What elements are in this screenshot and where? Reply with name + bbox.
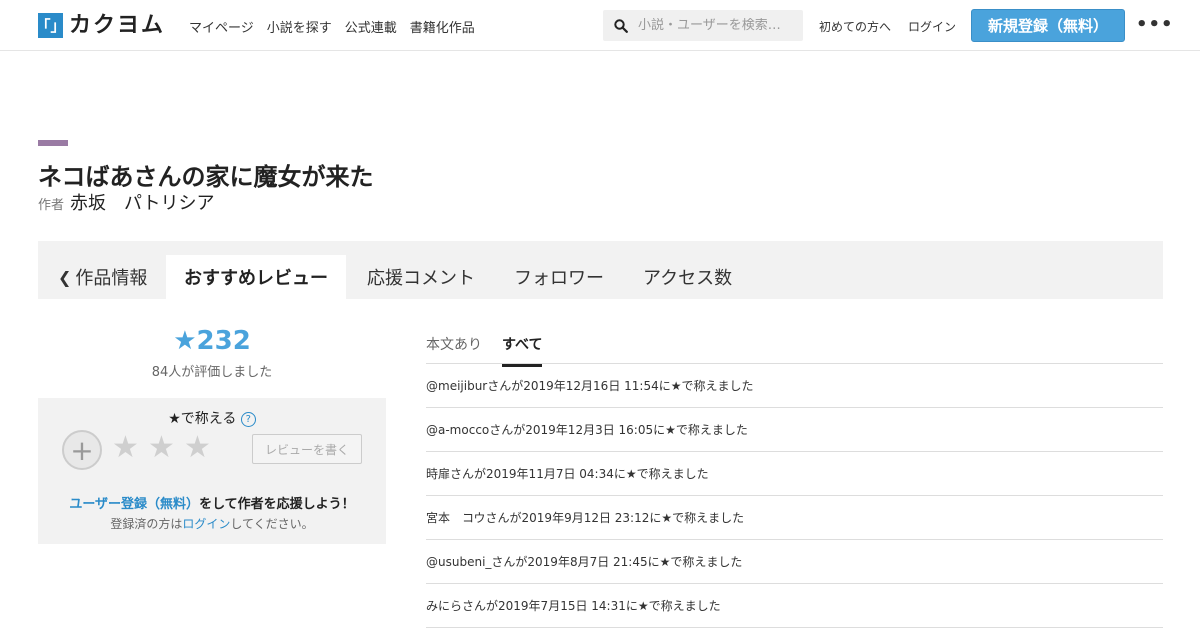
work-tabs: ❮ 作品情報 おすすめレビュー 応援コメント フォロワー アクセス数	[38, 241, 1163, 299]
reviewer-name[interactable]: @usubeni_	[426, 555, 491, 569]
logo-mark-icon: 「」	[36, 13, 66, 38]
review-text: さんが2019年8月7日 21:45に★で称えました	[491, 555, 743, 569]
tab-work-info-label: 作品情報	[75, 268, 148, 289]
star-icon[interactable]: ★	[148, 430, 175, 465]
nav-item-find-novels[interactable]: 小説を探す	[267, 17, 332, 36]
tab-access[interactable]: アクセス数	[643, 255, 732, 299]
nav-item-official[interactable]: 公式連載	[345, 17, 397, 36]
tab-work-info[interactable]: ❮ 作品情報	[58, 255, 147, 299]
list-item: @usubeni_ さんが2019年8月7日 21:45に★で称えました	[426, 540, 1163, 584]
search-input[interactable]	[638, 18, 798, 33]
list-item: @meijibur さんが2019年12月16日 11:54に★で称えました	[426, 364, 1163, 408]
review-text: さんが2019年7月15日 14:31に★で称えました	[462, 599, 721, 613]
site-header: 「」 カクヨム マイページ 小説を探す 公式連載 書籍化作品 初めての方へ ログ…	[0, 0, 1200, 51]
write-review-button[interactable]: レビューを書く	[252, 434, 362, 464]
star-icon[interactable]: ★	[112, 430, 139, 465]
first-time-link[interactable]: 初めての方へ	[819, 18, 891, 35]
more-menu-icon[interactable]: •••	[1136, 14, 1174, 35]
tab-reviews[interactable]: おすすめレビュー	[166, 255, 346, 299]
tab-followers[interactable]: フォロワー	[514, 255, 604, 299]
review-filter-tabs: 本文あり すべて	[426, 330, 1163, 367]
add-star-button[interactable]: +	[62, 430, 102, 470]
login-prompt-link[interactable]: ログイン	[182, 517, 230, 531]
reviewer-name[interactable]: @a-mocco	[426, 423, 489, 437]
list-item: みにら さんが2019年7月15日 14:31に★で称えました	[426, 584, 1163, 628]
reviewer-name[interactable]: みにら	[426, 597, 462, 614]
nav-item-mypage[interactable]: マイページ	[189, 17, 254, 36]
author-label: 作者	[38, 198, 65, 213]
list-item: 時扉 さんが2019年11月7日 04:34に★で称えました	[426, 452, 1163, 496]
subtab-all[interactable]: すべて	[502, 334, 543, 367]
signup-prompt-link[interactable]: ユーザー登録（無料）	[69, 497, 199, 512]
praise-heading-label: ★で称える	[168, 411, 237, 427]
chevron-left-icon: ❮	[58, 267, 72, 287]
author-line: 作者 赤坂 パトリシア	[38, 189, 215, 215]
login-prompt-prefix: 登録済の方は	[110, 517, 183, 531]
main-nav: マイページ 小説を探す 公式連載 書籍化作品	[189, 17, 475, 36]
star-icon[interactable]: ★	[184, 430, 211, 465]
logo-text: カクヨム	[69, 13, 166, 38]
star-count: ★232	[173, 326, 251, 356]
praise-heading: ★で称える ?	[38, 408, 386, 428]
list-item: @a-mocco さんが2019年12月3日 16:05に★で称えました	[426, 408, 1163, 452]
help-icon[interactable]: ?	[240, 412, 256, 427]
reviewer-name[interactable]: @meijibur	[426, 379, 487, 393]
list-item: 宮本 コウ さんが2019年9月12日 23:12に★で称えました	[426, 496, 1163, 540]
review-text: さんが2019年12月3日 16:05に★で称えました	[489, 423, 748, 437]
review-list: @meijibur さんが2019年12月16日 11:54に★で称えました @a…	[426, 364, 1163, 628]
reviewer-name[interactable]: 宮本 コウ	[426, 509, 486, 526]
subtab-with-text[interactable]: 本文あり	[426, 334, 482, 354]
reviewer-name[interactable]: 時扉	[426, 465, 450, 482]
signup-button[interactable]: 新規登録（無料）	[971, 9, 1125, 42]
nav-item-published[interactable]: 書籍化作品	[410, 17, 475, 36]
review-text: さんが2019年9月12日 23:12に★で称えました	[485, 511, 745, 525]
praise-panel: ★で称える ? + ★ ★ ★ レビューを書く ユーザー登録（無料）をして作者を…	[38, 398, 386, 544]
tab-comments[interactable]: 応援コメント	[367, 255, 475, 299]
review-text: さんが2019年11月7日 04:34に★で称えました	[450, 467, 709, 481]
login-prompt: 登録済の方はログインしてください。	[38, 515, 386, 532]
signup-prompt: ユーザー登録（無料）をして作者を応援しよう！	[38, 493, 386, 512]
signup-prompt-text: をして作者を応援しよう！	[199, 497, 355, 512]
work-title[interactable]: ネコばあさんの家に魔女が来た	[38, 157, 374, 192]
login-link[interactable]: ログイン	[908, 18, 956, 35]
login-prompt-suffix: してください。	[230, 517, 314, 531]
review-text: さんが2019年12月16日 11:54に★で称えました	[487, 379, 754, 393]
rater-count: 84人が評価しました	[151, 365, 273, 380]
title-accent-bar	[38, 140, 68, 146]
author-name[interactable]: 赤坂 パトリシア	[70, 189, 215, 215]
kakuyomu-logo[interactable]: 「」 カクヨム	[36, 13, 166, 38]
search-box[interactable]	[603, 10, 803, 41]
search-icon	[614, 18, 628, 33]
